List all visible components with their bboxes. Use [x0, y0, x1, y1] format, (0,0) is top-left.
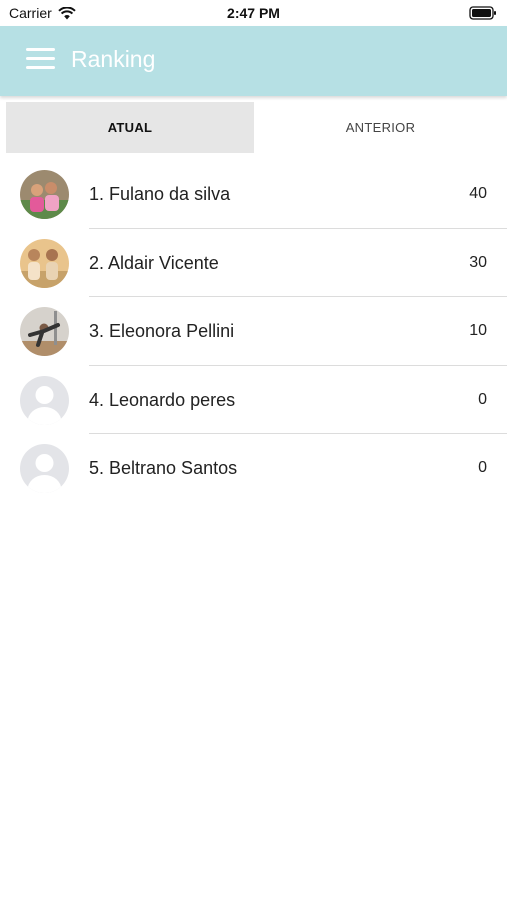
ranking-score: 30	[469, 253, 487, 271]
ranking-name: 5. Beltrano Santos	[89, 458, 238, 478]
ranking-list: 1. Fulano da silva 40 2. Aldair Vicente …	[0, 160, 507, 503]
default-avatar-icon	[20, 375, 69, 425]
ranking-row[interactable]: 3. Eleonora Pellini 10	[0, 297, 507, 366]
ranking-name: 2. Aldair Vicente	[89, 252, 219, 273]
ranking-row[interactable]: 4. Leonardo peres 0	[0, 366, 507, 434]
ranking-name: 4. Leonardo peres	[89, 389, 236, 410]
ranking-score: 0	[478, 390, 487, 408]
ranking-row[interactable]: 1. Fulano da silva 40	[0, 160, 507, 229]
user-photo-avatar	[20, 170, 69, 219]
user-photo-avatar	[20, 307, 69, 356]
default-avatar-icon	[20, 444, 69, 493]
ranking-name: 3. Eleonora Pellini	[89, 321, 235, 341]
tab-atual[interactable]: ATUAL	[6, 102, 254, 153]
battery-icon	[469, 6, 496, 20]
tab-anterior[interactable]: ANTERIOR	[254, 102, 507, 153]
user-photo-avatar	[20, 238, 69, 288]
hamburger-menu-icon[interactable]	[26, 48, 55, 70]
ranking-score: 10	[469, 322, 487, 339]
ranking-name: 1. Fulano da silva	[89, 184, 231, 204]
ranking-tabs: ATUAL ANTERIOR	[6, 102, 507, 153]
ranking-row[interactable]: 5. Beltrano Santos 0	[0, 434, 507, 503]
page-title: Ranking	[71, 46, 156, 72]
ranking-row[interactable]: 2. Aldair Vicente 30	[0, 229, 507, 297]
clock: 2:47 PM	[227, 5, 280, 21]
status-bar: Carrier 2:47 PM	[0, 0, 507, 26]
app-header: Ranking	[0, 26, 507, 96]
ranking-score: 40	[469, 185, 487, 202]
ranking-score: 0	[478, 459, 487, 476]
